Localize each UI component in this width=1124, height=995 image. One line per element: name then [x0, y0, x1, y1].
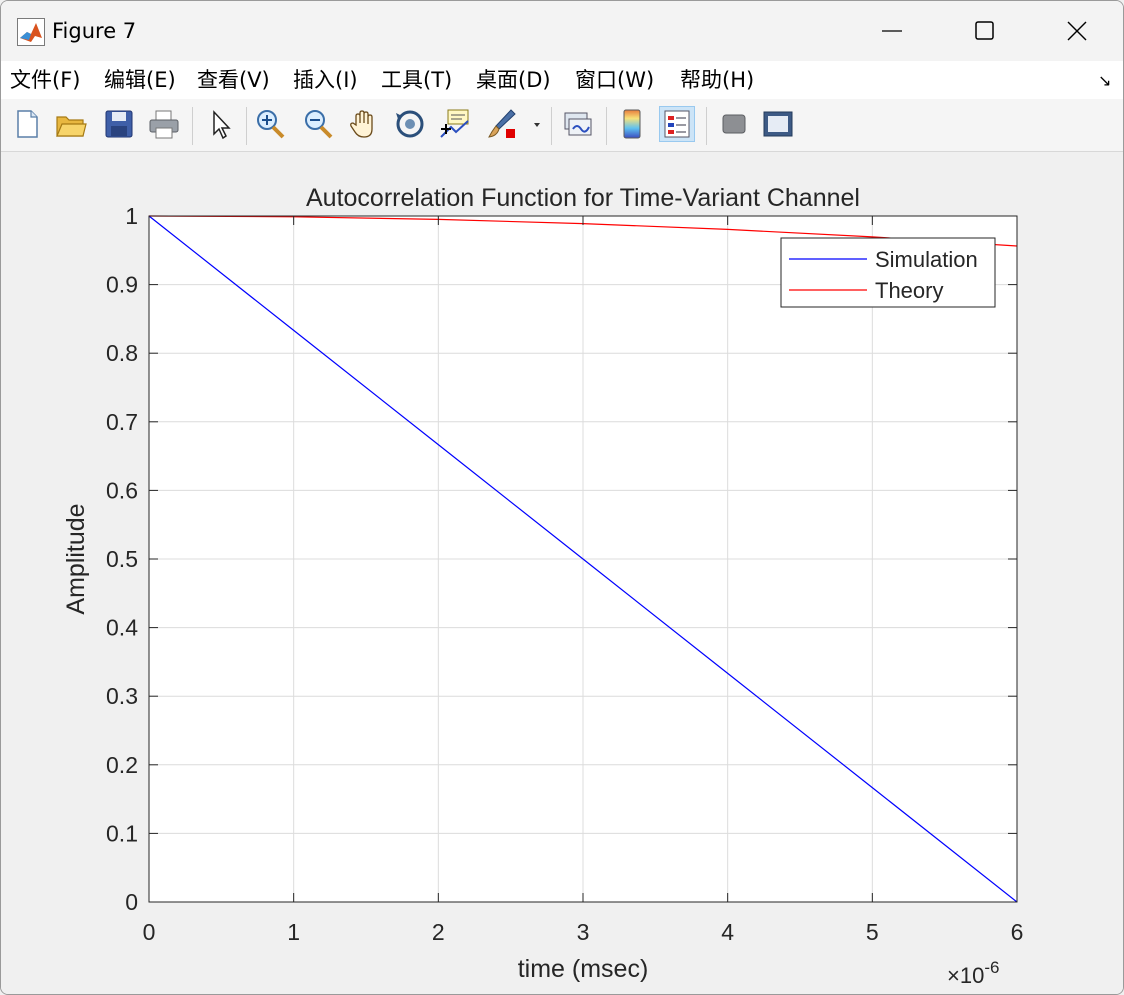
colorbar-icon [623, 109, 641, 139]
window-title: Figure 7 [52, 19, 137, 43]
menu-tools[interactable]: 工具(T) [381, 67, 452, 93]
pan-button[interactable] [347, 107, 381, 141]
y-tick-label: 0.8 [106, 340, 138, 366]
x-tick-label: 0 [143, 919, 156, 945]
y-tick-label: 0.7 [106, 409, 138, 435]
legend-label-theory: Theory [875, 278, 943, 303]
rotate-3d-icon [396, 110, 424, 138]
menu-desktop[interactable]: 桌面(D) [476, 67, 551, 93]
y-tick-label: 1 [125, 203, 138, 229]
x-tick-label: 3 [577, 919, 590, 945]
print-icon [149, 110, 179, 139]
matlab-logo-icon [17, 18, 45, 46]
y-tick-label: 0.5 [106, 546, 138, 572]
zoom-in-icon [257, 110, 285, 139]
chart-title: Autocorrelation Function for Time-Varian… [306, 184, 860, 212]
select-pointer-icon [213, 110, 231, 140]
y-tick-label: 0.3 [106, 683, 138, 709]
brush-button[interactable] [485, 107, 519, 141]
zoom-out-icon [305, 110, 333, 139]
minimize-icon [882, 30, 902, 32]
colorbar-button[interactable] [615, 107, 649, 141]
plot-svg: 0 1 2 3 4 5 6 0 0.1 0.2 0.3 0.4 0.5 0.6 0.7 0.8 0.9 1 Aut… [62, 184, 1024, 988]
menu-window[interactable]: 窗口(W) [575, 67, 654, 93]
legend-icon [664, 110, 690, 138]
y-tick-label: 0.4 [106, 615, 138, 641]
legend[interactable]: Simulation Theory [780, 237, 996, 308]
show-plot-tools-button[interactable] [761, 107, 795, 141]
x-axis-exponent: ×10-6 [947, 958, 999, 988]
data-cursor-button[interactable] [438, 107, 472, 141]
show-plot-tools-icon [763, 111, 793, 137]
menu-insert[interactable]: 插入(I) [293, 67, 358, 93]
save-button[interactable] [102, 107, 136, 141]
x-tick-label: 6 [1011, 919, 1024, 945]
x-axis-label: time (msec) [518, 955, 649, 983]
title-bar[interactable]: Figure 7 [1, 1, 1123, 61]
open-file-button[interactable] [54, 107, 88, 141]
menu-edit[interactable]: 编辑(E) [104, 67, 176, 93]
figure-window: Figure 7 文件(F) 编辑(E) 查看(V) 插入(I) 工具(T) 桌… [0, 0, 1124, 995]
zoom-in-button[interactable] [253, 107, 287, 141]
x-tick-label: 5 [866, 919, 879, 945]
y-axis-label: Amplitude [62, 503, 90, 614]
figure-canvas: 0 1 2 3 4 5 6 0 0.1 0.2 0.3 0.4 0.5 0.6 0.7 0.8 0.9 1 Aut… [1, 152, 1123, 994]
pan-hand-icon [350, 110, 373, 138]
menu-file[interactable]: 文件(F) [10, 67, 80, 93]
y-tick-label: 0.6 [106, 477, 138, 503]
minimize-button[interactable] [847, 1, 939, 61]
data-cursor-icon [440, 109, 469, 138]
open-file-icon [56, 116, 87, 137]
link-plot-button[interactable] [561, 107, 595, 141]
print-button[interactable] [147, 107, 181, 141]
x-exponent-base: ×10 [947, 963, 984, 988]
close-button[interactable] [1031, 1, 1123, 61]
y-tick-label: 0.9 [106, 272, 138, 298]
brush-dropdown-button[interactable] [529, 107, 545, 141]
select-button[interactable] [204, 107, 238, 141]
legend-button[interactable] [659, 106, 695, 142]
x-tick-label: 2 [432, 919, 445, 945]
close-icon [1067, 21, 1087, 41]
y-tick-label: 0 [125, 889, 138, 915]
y-tick-label: 0.1 [106, 820, 138, 846]
legend-label-simulation: Simulation [875, 247, 978, 272]
rotate-3d-button[interactable] [393, 107, 427, 141]
save-icon [105, 110, 133, 138]
maximize-icon [975, 21, 994, 40]
menu-bar: 文件(F) 编辑(E) 查看(V) 插入(I) 工具(T) 桌面(D) 窗口(W… [1, 61, 1123, 99]
brush-icon [488, 109, 516, 138]
chevron-down-icon [534, 123, 540, 127]
menu-help[interactable]: 帮助(H) [680, 67, 754, 93]
link-plot-icon [564, 112, 592, 136]
x-tick-label: 1 [287, 919, 300, 945]
figure-toolbar [1, 99, 1123, 152]
hide-plot-tools-button[interactable] [717, 107, 751, 141]
zoom-out-button[interactable] [301, 107, 335, 141]
x-tick-label: 4 [721, 919, 734, 945]
x-exponent-power: -6 [984, 958, 999, 977]
maximize-button[interactable] [939, 1, 1031, 61]
y-tick-label: 0.2 [106, 752, 138, 778]
new-figure-icon [17, 110, 38, 138]
new-figure-button[interactable] [10, 107, 44, 141]
hide-plot-tools-icon [722, 114, 746, 134]
menu-view[interactable]: 查看(V) [197, 67, 270, 93]
dock-arrow-icon[interactable]: ↘ [1098, 71, 1111, 90]
